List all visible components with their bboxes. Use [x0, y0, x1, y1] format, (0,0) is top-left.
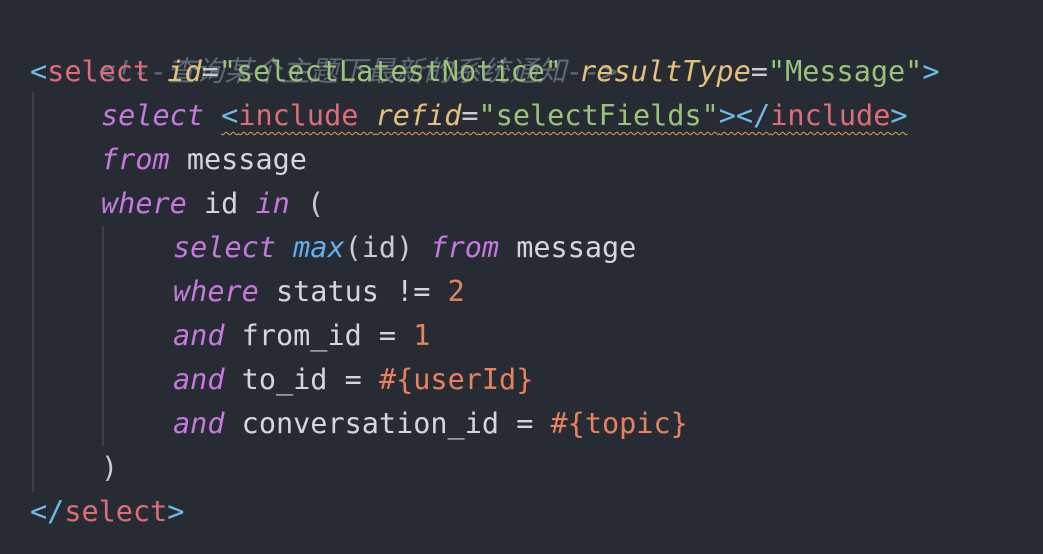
keyword-in: in [255, 187, 290, 220]
keyword-select: select [173, 231, 276, 264]
table-name: message [516, 231, 637, 264]
keyword-and: and [173, 407, 225, 440]
close-paren: ) [101, 451, 119, 484]
attr-id-value: "selectLatestNotice" [218, 55, 562, 88]
keyword-select: select [101, 99, 204, 132]
tag-close-open-bracket: </ [30, 495, 65, 528]
code-line-comment: <!--查询某个主题下最新的系统通知--> [30, 6, 618, 88]
condition-expr: to_id = [241, 363, 379, 396]
table-name: message [186, 143, 307, 176]
function-max: max [293, 231, 345, 264]
attr-equals: = [461, 99, 479, 132]
tag-close-open-bracket: ></ [718, 99, 771, 132]
code-line-from-id: and from_id = 1 [173, 314, 430, 358]
attr-equals: = [201, 55, 219, 88]
code-line-include: select <include refid="selectFields"></i… [101, 94, 908, 138]
attr-result-type: resultType [579, 55, 751, 88]
code-line-to-id: and to_id = #{userId} [173, 358, 533, 402]
condition-expr: status != [275, 275, 448, 308]
tag-name-include: include [238, 99, 359, 132]
function-args: (id) [344, 231, 414, 264]
number-literal: 1 [413, 319, 431, 352]
include-element-warning: <include refid="selectFields"></include> [221, 99, 907, 132]
code-line-subselect: select max(id) from message [173, 226, 636, 270]
param-placeholder: #{topic} [550, 407, 688, 440]
tag-close-bracket: > [890, 99, 908, 132]
tag-name-include-end: include [770, 99, 891, 132]
attr-result-type-value: "Message" [767, 55, 923, 88]
code-line-open-tag: <select id="selectLatestNotice" resultTy… [30, 50, 940, 94]
indent-guide-inner [102, 226, 104, 446]
keyword-from: from [430, 231, 500, 264]
code-line-from: from message [101, 138, 307, 182]
attr-refid-value: "selectFields" [478, 99, 719, 132]
tag-open-bracket: < [30, 55, 48, 88]
condition-expr: from_id = [241, 319, 414, 352]
attr-equals: = [750, 55, 768, 88]
tag-close-bracket: > [167, 495, 185, 528]
keyword-and: and [173, 363, 225, 396]
code-line-where: where id in ( [101, 182, 324, 226]
tag-name-select: select [64, 495, 168, 528]
tag-close-bracket: > [922, 55, 940, 88]
code-editor[interactable]: <!--查询某个主题下最新的系统通知--> <select id="select… [0, 0, 1043, 554]
attr-id: id [167, 55, 202, 88]
code-line-close-paren: ) [101, 446, 118, 490]
keyword-and: and [173, 319, 225, 352]
tag-name-select: select [47, 55, 151, 88]
keyword-from: from [101, 143, 170, 176]
attr-refid: refid [375, 99, 462, 132]
indent-guide-outer [32, 92, 34, 492]
condition-expr: conversation_id = [241, 407, 551, 440]
number-literal: 2 [447, 275, 465, 308]
tag-open-bracket: < [221, 99, 239, 132]
code-line-status: where status != 2 [173, 270, 465, 314]
open-paren: ( [306, 187, 325, 220]
column-id: id [203, 187, 239, 220]
code-line-conversation-id: and conversation_id = #{topic} [173, 402, 688, 446]
param-placeholder: #{userId} [378, 363, 534, 396]
code-line-close-tag: </select> [30, 490, 184, 534]
keyword-where: where [173, 275, 259, 308]
keyword-where: where [101, 187, 187, 220]
